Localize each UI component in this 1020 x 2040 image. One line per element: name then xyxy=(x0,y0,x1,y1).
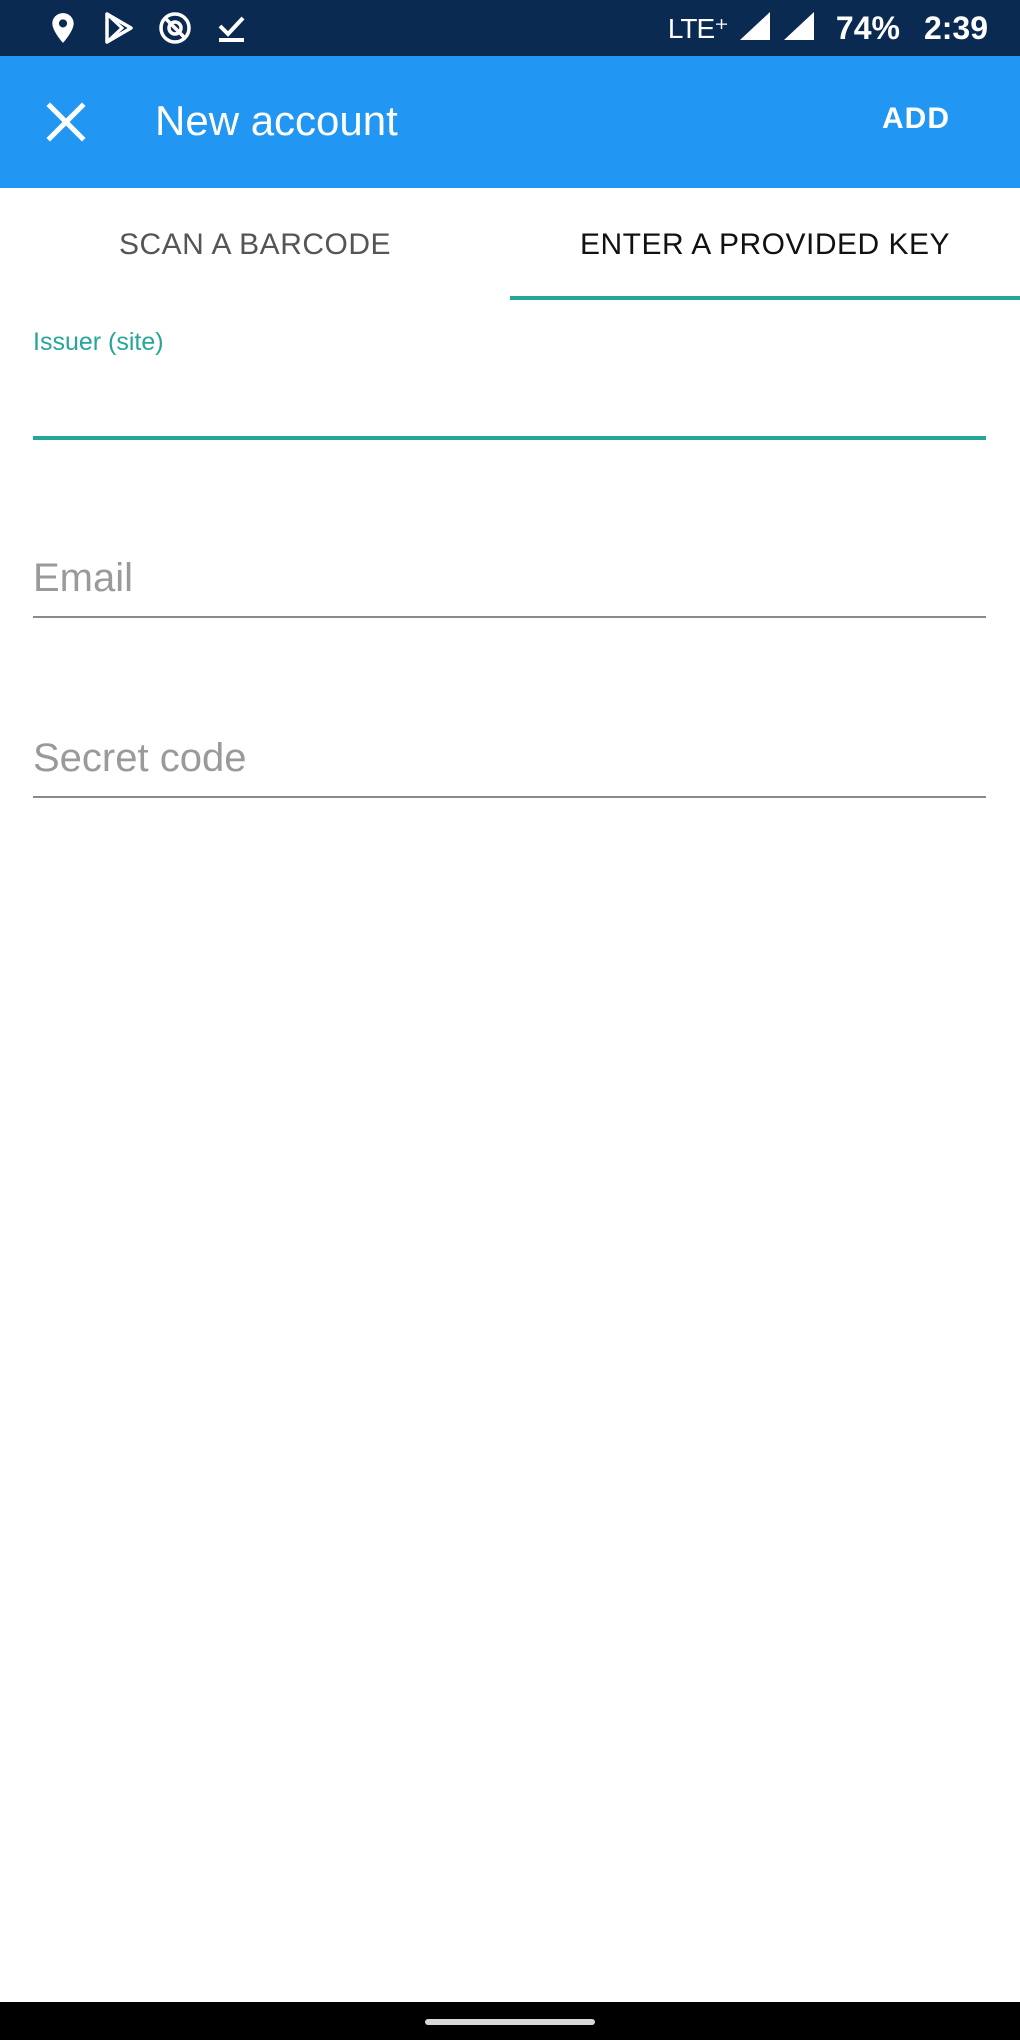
secret-code-field xyxy=(33,720,986,800)
issuer-field: Issuer (site) xyxy=(33,322,986,442)
network-type: LTE⁺ xyxy=(667,12,729,44)
signal-icon xyxy=(738,10,772,47)
clock: 2:39 xyxy=(923,9,988,46)
tab-bar: SCAN A BARCODE ENTER A PROVIDED KEY xyxy=(0,188,1020,302)
issuer-input[interactable] xyxy=(33,366,986,426)
page-title: New account xyxy=(155,97,398,144)
play-store-icon xyxy=(102,11,136,45)
issuer-underline xyxy=(33,436,986,440)
tab-enter-provided-key[interactable]: ENTER A PROVIDED KEY xyxy=(510,188,1020,302)
vpn-icon xyxy=(158,11,192,45)
tab-scan-barcode[interactable]: SCAN A BARCODE xyxy=(0,188,510,302)
tab-indicator xyxy=(510,296,1020,300)
email-input[interactable] xyxy=(33,540,986,616)
app-bar: New account ADD xyxy=(0,56,1020,188)
download-done-icon xyxy=(214,11,248,45)
system-indicators: LTE⁺ 74% 2:39 xyxy=(668,8,988,48)
status-bar: LTE⁺ 74% 2:39 xyxy=(0,0,1020,56)
battery-level: 74% xyxy=(835,9,900,46)
email-field xyxy=(33,540,986,620)
secret-code-input[interactable] xyxy=(33,720,986,796)
location-icon xyxy=(46,11,80,45)
signal-icon-secondary xyxy=(782,10,816,47)
navigation-bar xyxy=(0,2002,1020,2040)
close-button[interactable] xyxy=(40,96,92,148)
secret-code-underline xyxy=(33,796,986,798)
issuer-label: Issuer (site) xyxy=(33,328,164,356)
home-handle[interactable] xyxy=(425,2019,595,2025)
add-button[interactable]: ADD xyxy=(882,102,950,136)
close-icon xyxy=(46,102,86,142)
email-underline xyxy=(33,616,986,618)
notification-icons xyxy=(46,10,248,46)
